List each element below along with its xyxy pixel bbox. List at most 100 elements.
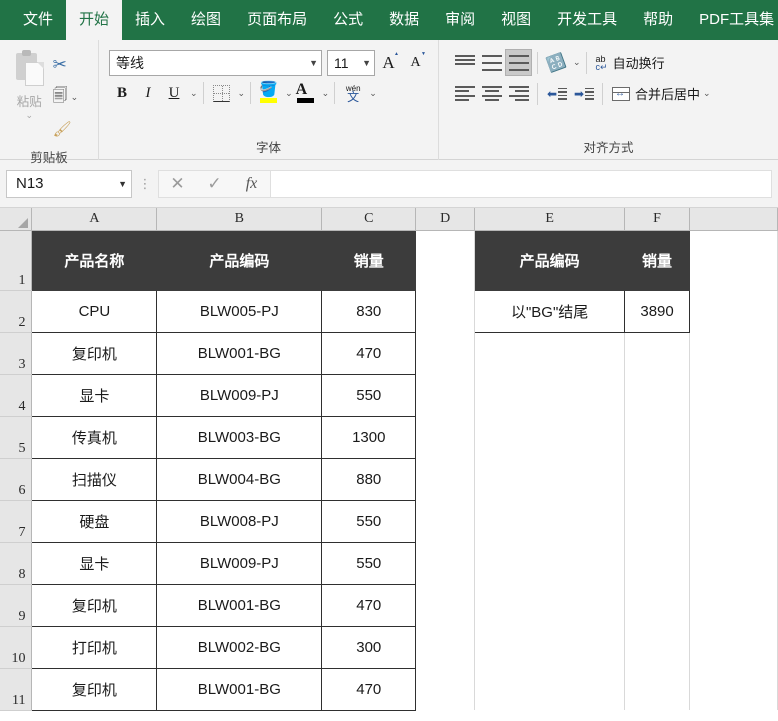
ribbon-tab-home[interactable]: 开始 bbox=[66, 0, 123, 40]
cell-f2[interactable]: 3890 bbox=[624, 289, 691, 333]
column-header-d[interactable]: D bbox=[415, 208, 476, 231]
fill-color-dropdown-caret-icon[interactable]: ⌄ bbox=[285, 88, 293, 99]
increase-indent-button[interactable]: ➡ bbox=[570, 80, 597, 107]
wrap-text-button[interactable]: ab c↵ 自动换行 bbox=[592, 49, 665, 77]
cell-g9[interactable] bbox=[689, 584, 778, 626]
column-header-f[interactable]: F bbox=[624, 208, 691, 231]
font-size-caret-icon[interactable]: ▼ bbox=[358, 58, 371, 68]
ribbon-tab-pdf-tools[interactable]: PDF工具集 bbox=[686, 0, 778, 40]
italic-button[interactable]: I bbox=[135, 80, 161, 106]
font-color-dropdown-caret-icon[interactable]: ⌄ bbox=[322, 88, 330, 99]
cell-b3[interactable]: BLW001-BG bbox=[156, 331, 323, 375]
cell-a4[interactable]: 显卡 bbox=[31, 373, 158, 417]
increase-font-size-button[interactable]: A bbox=[375, 49, 402, 76]
cell-a10[interactable]: 打印机 bbox=[31, 625, 158, 669]
cell-c1[interactable]: 销量 bbox=[321, 229, 417, 291]
borders-dropdown-caret-icon[interactable]: ⌄ bbox=[238, 88, 246, 99]
format-painter-button[interactable]: 🖌 bbox=[53, 113, 92, 145]
row-header-8[interactable]: 8 bbox=[0, 542, 33, 585]
cell-c6[interactable]: 880 bbox=[321, 457, 417, 501]
cell-d8[interactable] bbox=[415, 542, 476, 584]
cell-a9[interactable]: 复印机 bbox=[31, 583, 158, 627]
ribbon-tab-draw[interactable]: 绘图 bbox=[178, 0, 234, 40]
column-header-g[interactable] bbox=[689, 208, 778, 231]
cell-d11[interactable] bbox=[415, 668, 476, 710]
ribbon-tab-review[interactable]: 审阅 bbox=[432, 0, 488, 40]
font-size-combobox[interactable]: 11 ▼ bbox=[327, 49, 375, 76]
merge-and-center-button[interactable]: 合并后居中 ⌄ bbox=[608, 80, 711, 108]
cell-e10[interactable] bbox=[474, 626, 626, 668]
ribbon-tab-page-layout[interactable]: 页面布局 bbox=[234, 0, 320, 40]
row-header-7[interactable]: 7 bbox=[0, 500, 33, 543]
cell-e9[interactable] bbox=[474, 584, 626, 626]
copy-button[interactable]: 🗐 ⌄ bbox=[53, 81, 92, 113]
cell-e4[interactable] bbox=[474, 374, 626, 416]
row-header-2[interactable]: 2 bbox=[0, 290, 33, 333]
cell-a2[interactable]: CPU bbox=[31, 289, 158, 333]
ribbon-tab-file[interactable]: 文件 bbox=[10, 0, 66, 40]
cell-f6[interactable] bbox=[624, 458, 691, 500]
cell-a7[interactable]: 硬盘 bbox=[31, 499, 158, 543]
select-all-corner[interactable] bbox=[0, 208, 33, 231]
name-box[interactable]: N13 ▼ bbox=[6, 169, 132, 198]
bold-button[interactable]: B bbox=[109, 80, 135, 106]
merge-dropdown-caret-icon[interactable]: ⌄ bbox=[703, 88, 711, 99]
cell-g6[interactable] bbox=[689, 458, 778, 500]
cell-f9[interactable] bbox=[624, 584, 691, 626]
row-header-9[interactable]: 9 bbox=[0, 584, 33, 627]
cell-c8[interactable]: 550 bbox=[321, 541, 417, 585]
cell-d6[interactable] bbox=[415, 458, 476, 500]
cell-f1[interactable]: 销量 bbox=[624, 229, 691, 291]
underline-dropdown-caret-icon[interactable]: ⌄ bbox=[190, 88, 198, 99]
align-top-button[interactable] bbox=[451, 49, 478, 76]
cell-a11[interactable]: 复印机 bbox=[31, 667, 158, 711]
cell-g5[interactable] bbox=[689, 416, 778, 458]
cell-g3[interactable] bbox=[689, 332, 778, 374]
borders-button[interactable] bbox=[209, 80, 235, 106]
cell-c5[interactable]: 1300 bbox=[321, 415, 417, 459]
cell-d1[interactable] bbox=[415, 230, 476, 290]
cell-c7[interactable]: 550 bbox=[321, 499, 417, 543]
ribbon-tab-developer[interactable]: 开发工具 bbox=[544, 0, 630, 40]
cell-e1[interactable]: 产品编码 bbox=[474, 229, 626, 291]
cell-e8[interactable] bbox=[474, 542, 626, 584]
cell-e2[interactable]: 以"BG"结尾 bbox=[474, 289, 626, 333]
cell-c3[interactable]: 470 bbox=[321, 331, 417, 375]
row-header-11[interactable]: 11 bbox=[0, 668, 33, 711]
confirm-formula-button[interactable]: ✓ bbox=[196, 174, 233, 194]
fill-color-button[interactable]: 🪣 bbox=[256, 80, 282, 106]
column-header-e[interactable]: E bbox=[474, 208, 626, 231]
cell-f4[interactable] bbox=[624, 374, 691, 416]
column-header-c[interactable]: C bbox=[321, 208, 417, 231]
cell-d7[interactable] bbox=[415, 500, 476, 542]
cell-f5[interactable] bbox=[624, 416, 691, 458]
cell-b1[interactable]: 产品编码 bbox=[156, 229, 323, 291]
row-header-5[interactable]: 5 bbox=[0, 416, 33, 459]
font-color-button[interactable]: A bbox=[293, 80, 319, 106]
cell-c10[interactable]: 300 bbox=[321, 625, 417, 669]
cell-g8[interactable] bbox=[689, 542, 778, 584]
cell-f3[interactable] bbox=[624, 332, 691, 374]
cell-c2[interactable]: 830 bbox=[321, 289, 417, 333]
cell-d9[interactable] bbox=[415, 584, 476, 626]
ribbon-tab-help[interactable]: 帮助 bbox=[630, 0, 686, 40]
ribbon-tab-data[interactable]: 数据 bbox=[376, 0, 432, 40]
cell-g1[interactable] bbox=[689, 230, 778, 290]
cell-e5[interactable] bbox=[474, 416, 626, 458]
cell-a5[interactable]: 传真机 bbox=[31, 415, 158, 459]
cell-e7[interactable] bbox=[474, 500, 626, 542]
decrease-indent-button[interactable]: ⬅ bbox=[543, 80, 570, 107]
cut-button[interactable]: ✂ bbox=[53, 49, 92, 81]
cell-c4[interactable]: 550 bbox=[321, 373, 417, 417]
cell-b2[interactable]: BLW005-PJ bbox=[156, 289, 323, 333]
align-left-button[interactable] bbox=[451, 80, 478, 107]
cell-b11[interactable]: BLW001-BG bbox=[156, 667, 323, 711]
decrease-font-size-button[interactable]: A bbox=[402, 49, 429, 76]
align-right-button[interactable] bbox=[505, 80, 532, 107]
cell-c9[interactable]: 470 bbox=[321, 583, 417, 627]
cell-b10[interactable]: BLW002-BG bbox=[156, 625, 323, 669]
cell-d5[interactable] bbox=[415, 416, 476, 458]
row-header-10[interactable]: 10 bbox=[0, 626, 33, 669]
name-box-caret-icon[interactable]: ▼ bbox=[118, 179, 127, 189]
cell-a1[interactable]: 产品名称 bbox=[31, 229, 158, 291]
